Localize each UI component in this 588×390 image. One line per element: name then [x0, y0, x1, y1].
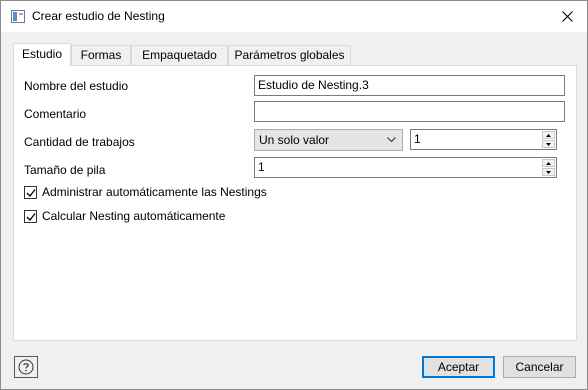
job-count-mode-value: Un solo valor — [259, 133, 330, 147]
tab-empaquetado[interactable]: Empaquetado — [131, 45, 228, 65]
comment-label: Comentario — [24, 107, 87, 121]
checkmark-icon — [26, 189, 36, 197]
chevron-down-icon — [387, 137, 396, 143]
spin-down-button[interactable] — [542, 140, 555, 148]
caret-down-icon — [546, 170, 551, 174]
stepper-buttons — [542, 159, 555, 176]
comment-input[interactable] — [254, 101, 565, 122]
window-app-icon — [11, 10, 25, 23]
checkmark-icon — [26, 213, 36, 221]
tab-estudio[interactable]: Estudio — [13, 43, 71, 66]
stack-size-value: 1 — [258, 160, 265, 174]
tab-panel-estudio: Nombre del estudio Estudio de Nesting.3 … — [13, 65, 577, 341]
auto-manage-checkbox[interactable] — [24, 186, 37, 199]
stack-size-label: Tamaño de pila — [24, 163, 106, 177]
auto-calc-checkbox[interactable] — [24, 210, 37, 223]
window-title: Crear estudio de Nesting — [32, 9, 165, 23]
accept-button[interactable]: Aceptar — [422, 356, 495, 378]
caret-up-icon — [546, 161, 551, 165]
spin-up-button[interactable] — [542, 131, 555, 139]
caret-down-icon — [546, 142, 551, 146]
caret-up-icon — [546, 133, 551, 137]
study-name-label: Nombre del estudio — [24, 79, 129, 93]
spin-up-button[interactable] — [542, 159, 555, 167]
stack-size-stepper[interactable]: 1 — [254, 157, 557, 178]
close-icon — [561, 10, 573, 22]
job-count-label: Cantidad de trabajos — [24, 135, 135, 149]
job-count-mode-select[interactable]: Un solo valor — [254, 129, 403, 151]
tab-parametros-globales[interactable]: Parámetros globales — [228, 45, 351, 65]
cancel-button[interactable]: Cancelar — [503, 356, 576, 378]
tab-formas[interactable]: Formas — [71, 45, 131, 65]
spin-down-button[interactable] — [542, 168, 555, 176]
auto-calc-label: Calcular Nesting automáticamente — [42, 209, 226, 223]
close-button[interactable] — [547, 1, 587, 31]
job-count-value: 1 — [414, 132, 421, 146]
auto-manage-label: Administrar automáticamente las Nestings — [42, 185, 267, 199]
help-icon — [18, 359, 34, 375]
help-button[interactable] — [14, 356, 38, 378]
stepper-buttons — [542, 131, 555, 148]
dialog-window: Crear estudio de Nesting Estudio Formas … — [0, 0, 588, 390]
study-name-input[interactable]: Estudio de Nesting.3 — [254, 75, 565, 96]
job-count-stepper[interactable]: 1 — [410, 129, 557, 150]
title-bar: Crear estudio de Nesting — [1, 1, 587, 32]
